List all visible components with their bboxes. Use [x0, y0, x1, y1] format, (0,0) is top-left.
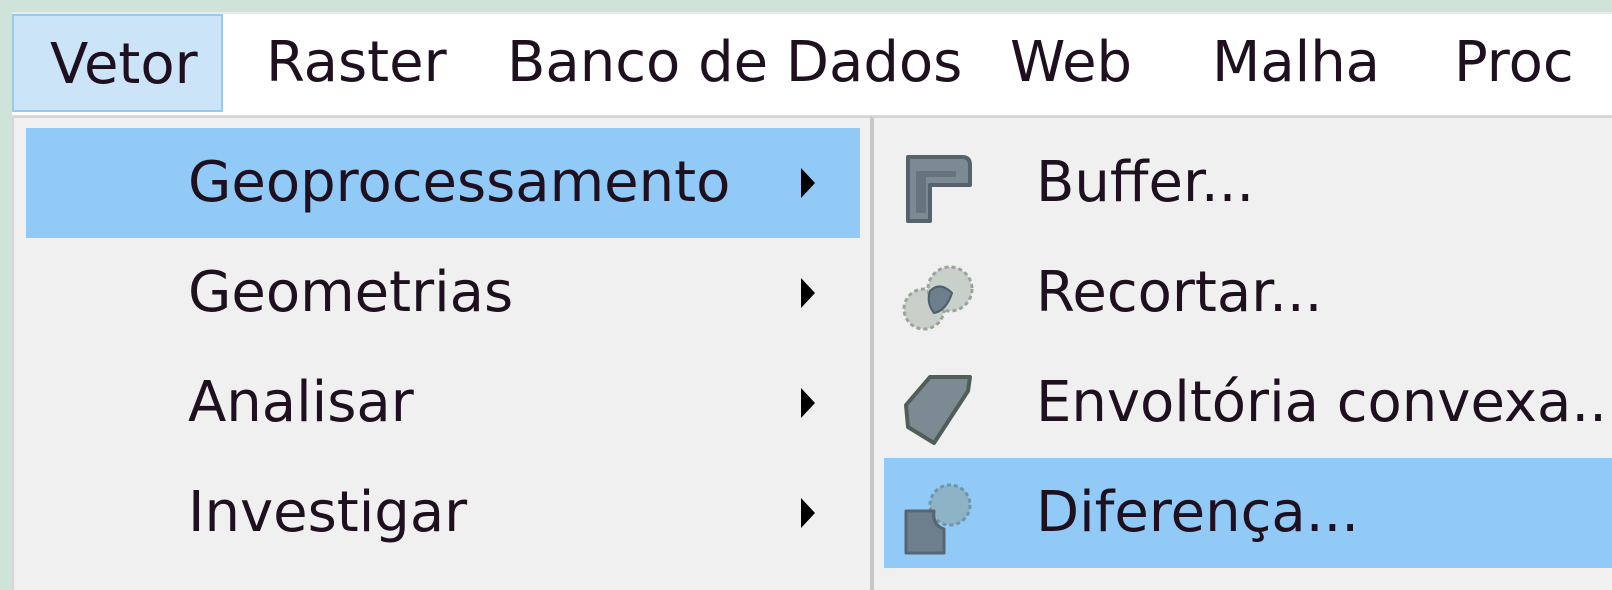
submenu-arrow-icon	[801, 278, 815, 308]
submenu-item-recortar[interactable]: Recortar...	[884, 238, 1612, 348]
menu-item-geometrias[interactable]: Geometrias	[26, 238, 860, 348]
menu-item-investigar[interactable]: Investigar	[26, 458, 860, 568]
menu-item-label: Geoprocessamento	[188, 150, 731, 215]
convex-hull-icon	[900, 371, 976, 447]
menu-item-geoprocessamento[interactable]: Geoprocessamento	[26, 128, 860, 238]
menu-malha[interactable]: Malha	[1212, 14, 1380, 112]
menu-banco-de-dados[interactable]: Banco de Dados	[507, 14, 962, 112]
submenu-item-label: Buffer...	[1036, 150, 1255, 215]
submenu-arrow-icon	[801, 388, 815, 418]
submenu-item-envoltoria-convexa[interactable]: Envoltória convexa...	[884, 348, 1612, 458]
submenu-item-diferenca[interactable]: Diferença...	[884, 458, 1612, 568]
menu-vetor[interactable]: Vetor	[12, 14, 223, 112]
menu-processamento[interactable]: Proc	[1454, 14, 1574, 112]
menu-item-label: Analisar	[188, 370, 414, 435]
submenu-item-buffer[interactable]: Buffer...	[884, 128, 1612, 238]
menu-item-label: Geometrias	[188, 260, 514, 325]
menu-web[interactable]: Web	[1010, 14, 1132, 112]
menu-item-analisar[interactable]: Analisar	[26, 348, 860, 458]
submenu-item-label: Recortar...	[1036, 260, 1323, 325]
submenu-arrow-icon	[801, 498, 815, 528]
submenu-item-label: Diferença...	[1036, 480, 1360, 545]
submenu-arrow-icon	[801, 168, 815, 198]
menu-item-label: Investigar	[188, 480, 468, 545]
submenu-item-label: Envoltória convexa...	[1036, 370, 1612, 435]
difference-icon	[900, 481, 976, 557]
buffer-icon	[900, 151, 976, 227]
geoprocessing-submenu: Buffer... Recortar... Envoltória convexa…	[870, 116, 1612, 590]
vector-menu: Geoprocessamento Geometrias Analisar Inv…	[12, 116, 870, 590]
clip-icon	[900, 261, 976, 337]
menu-bar: Vetor Raster Banco de Dados Web Malha Pr…	[12, 12, 1612, 115]
menu-raster[interactable]: Raster	[266, 14, 447, 112]
